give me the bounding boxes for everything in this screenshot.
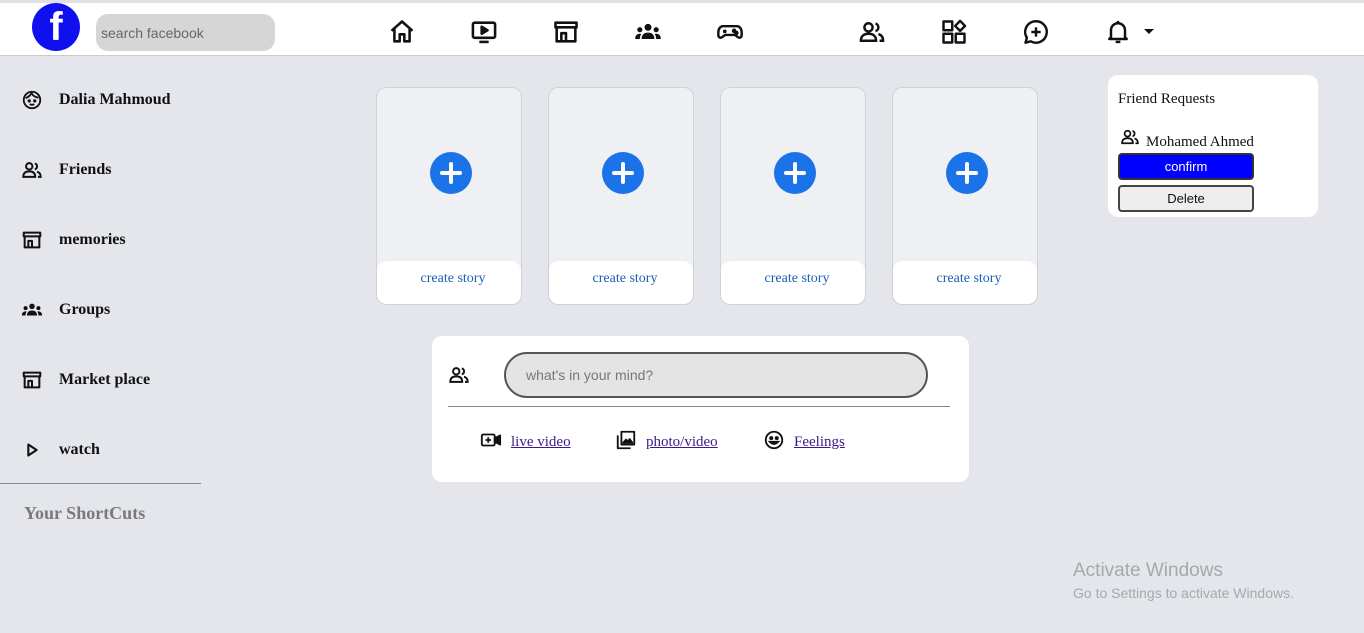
friends-icon	[448, 364, 470, 386]
store-icon	[20, 228, 44, 252]
live-video-action[interactable]: live video	[480, 430, 571, 454]
add-story-plus-icon[interactable]	[430, 152, 472, 194]
shortcuts-heading: Your ShortCuts	[24, 503, 146, 523]
profile-face-icon	[20, 88, 44, 112]
add-story-plus-icon[interactable]	[946, 152, 988, 194]
add-story-plus-icon[interactable]	[774, 152, 816, 194]
gaming-icon[interactable]	[715, 17, 745, 47]
photo-library-icon	[615, 429, 637, 456]
create-story-link[interactable]: create story	[377, 271, 521, 287]
photo-video-link[interactable]: photo/video	[646, 434, 718, 451]
composer-divider	[448, 406, 950, 407]
smiley-icon	[763, 429, 785, 456]
create-story-link[interactable]: create story	[893, 271, 1037, 287]
story-footer: create story	[549, 261, 693, 304]
sidebar-item-marketplace[interactable]: Market place	[20, 365, 150, 395]
create-story-link[interactable]: create story	[549, 271, 693, 287]
sidebar-divider	[0, 483, 201, 484]
sidebar-item-memories[interactable]: memories	[20, 225, 126, 255]
groups-icon	[20, 298, 44, 322]
add-story-plus-icon[interactable]	[602, 152, 644, 194]
notifications-icon[interactable]	[1103, 17, 1133, 47]
menu-icon[interactable]	[939, 17, 969, 47]
confirm-request-button[interactable]: confirm	[1118, 153, 1254, 180]
watermark-line2: Go to Settings to activate Windows.	[1073, 585, 1294, 601]
watermark-line1: Activate Windows	[1073, 560, 1223, 581]
requester-name[interactable]: Mohamed Ahmed	[1146, 134, 1254, 151]
messenger-icon[interactable]	[1021, 17, 1051, 47]
friend-requests-title: Friend Requests	[1118, 91, 1216, 107]
story-card[interactable]: create story	[376, 87, 522, 305]
sidebar-item-label: memories	[59, 231, 126, 248]
sidebar-item-label: Market place	[59, 371, 151, 388]
story-card[interactable]: create story	[892, 87, 1038, 305]
groups-icon[interactable]	[633, 17, 663, 47]
sidebar-item-label: Friends	[59, 161, 112, 178]
activate-windows-watermark: Activate Windows Go to Settings to activ…	[1073, 560, 1294, 601]
friends-icon[interactable]	[857, 17, 887, 47]
marketplace-icon[interactable]	[551, 17, 581, 47]
whats-on-your-mind-input[interactable]	[504, 352, 928, 398]
search-input[interactable]	[96, 14, 275, 51]
sidebar-item-watch[interactable]: watch	[20, 435, 100, 465]
story-card[interactable]: create story	[548, 87, 694, 305]
story-footer: create story	[377, 261, 521, 304]
feelings-action[interactable]: Feelings	[763, 430, 845, 454]
feelings-link[interactable]: Feelings	[794, 434, 845, 451]
story-footer: create story	[721, 261, 865, 304]
sidebar-item-label: Groups	[59, 301, 111, 318]
delete-request-button[interactable]: Delete	[1118, 185, 1254, 212]
store-icon	[20, 368, 44, 392]
top-navbar: f	[0, 3, 1364, 56]
friends-icon	[1120, 127, 1140, 147]
friend-requests-panel: Friend Requests Mohamed Ahmed confirm De…	[1108, 75, 1318, 217]
sidebar-item-profile[interactable]: Dalia Mahmoud	[20, 85, 171, 115]
create-story-link[interactable]: create story	[721, 271, 865, 287]
story-footer: create story	[893, 261, 1037, 304]
play-icon	[20, 438, 44, 462]
sidebar-item-label: watch	[59, 441, 100, 458]
friends-icon	[20, 158, 44, 182]
sidebar-item-label: Dalia Mahmoud	[59, 91, 171, 108]
photo-video-action[interactable]: photo/video	[615, 430, 718, 454]
post-composer: live video photo/video Feelings	[432, 336, 969, 482]
account-caret-icon[interactable]	[1144, 29, 1154, 34]
watch-icon[interactable]	[469, 17, 499, 47]
story-card[interactable]: create story	[720, 87, 866, 305]
sidebar-item-groups[interactable]: Groups	[20, 295, 110, 325]
live-video-link[interactable]: live video	[511, 434, 571, 451]
home-icon[interactable]	[387, 17, 417, 47]
sidebar-item-friends[interactable]: Friends	[20, 155, 111, 185]
facebook-logo[interactable]: f	[32, 3, 80, 51]
video-plus-icon	[480, 429, 502, 456]
